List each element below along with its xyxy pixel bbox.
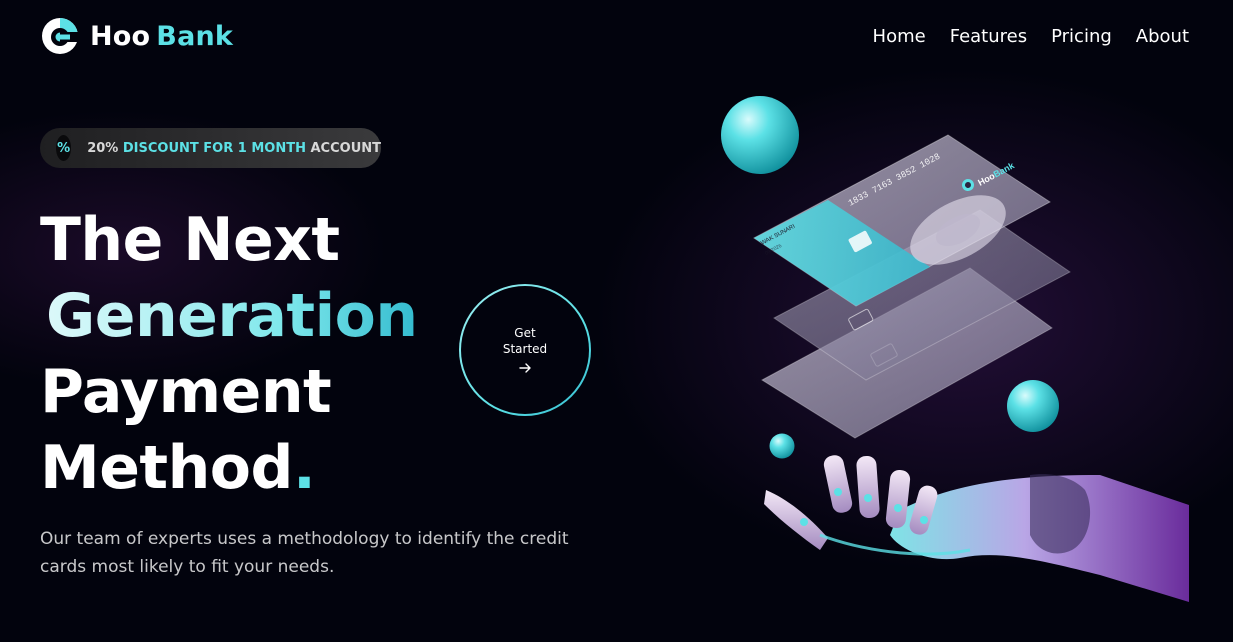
hero-heading-dot: . <box>292 433 316 503</box>
logo[interactable]: Hoo Bank <box>40 16 233 56</box>
nav-link-about[interactable]: About <box>1136 26 1189 47</box>
landing-page: Hoo Bank Home Features Pricing About % 20… <box>0 0 1233 642</box>
discount-text: 20% DISCOUNT FOR 1 MONTH ACCOUNT <box>87 141 381 156</box>
get-started-button[interactable]: Get Started <box>459 284 591 416</box>
discount-badge: % 20% DISCOUNT FOR 1 MONTH ACCOUNT <box>40 128 381 168</box>
discount-text-part2: DISCOUNT <box>122 140 199 156</box>
discount-text-part3: FOR <box>203 140 234 156</box>
hoobank-logo-icon <box>42 18 79 54</box>
robot-hand <box>764 455 1189 602</box>
nav-link-home[interactable]: Home <box>873 26 926 47</box>
teal-sphere-medium <box>1007 380 1059 432</box>
get-started-button-inner[interactable]: Get Started <box>461 286 589 414</box>
teal-sphere-large <box>721 96 799 174</box>
discount-text-part4: 1 MONTH <box>237 140 306 156</box>
nav-link-features[interactable]: Features <box>950 26 1027 47</box>
hero-heading-line4: Method. <box>40 430 418 506</box>
arrow-right-icon <box>519 363 531 373</box>
nav-link-pricing[interactable]: Pricing <box>1051 26 1112 47</box>
hero-heading-line4-text: Method <box>40 433 293 503</box>
percent-icon: % <box>56 135 72 161</box>
nav-links: Home Features Pricing About <box>873 26 1189 47</box>
brand-name-part2: Bank <box>156 20 234 52</box>
robot-hand-cards-illustration: HooBank 1833 7163 3852 1028 WAK SUNARI 0… <box>721 96 1189 602</box>
brand-name: Hoo Bank <box>90 21 233 52</box>
hero-heading: The Next Generation Payment Method. <box>40 202 418 506</box>
teal-sphere-small <box>769 433 795 459</box>
get-started-label-line2: Started <box>502 342 548 356</box>
discount-text-part5: ACCOUNT <box>310 140 382 156</box>
navbar: Hoo Bank Home Features Pricing About <box>40 14 1189 58</box>
hero-heading-line2: Generation <box>40 278 418 354</box>
hero-description: Our team of experts uses a methodology t… <box>40 529 569 577</box>
hero-heading-line3: Payment <box>40 357 332 427</box>
get-started-label-line1: Get <box>514 326 536 340</box>
brand-name-part1: Hoo <box>90 20 151 52</box>
discount-text-part1: 20% <box>87 140 119 156</box>
hero-heading-line1: The Next <box>40 205 340 275</box>
